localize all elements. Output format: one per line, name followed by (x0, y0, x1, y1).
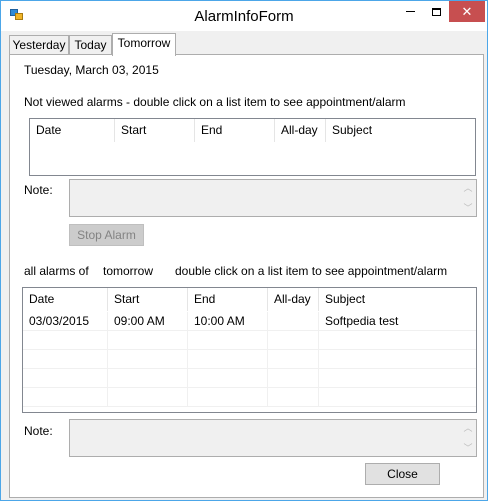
cell-end: 10:00 AM (188, 312, 268, 331)
table-row[interactable] (23, 369, 476, 388)
title-bar[interactable]: AlarmInfoForm ✕ (1, 1, 487, 31)
stop-alarm-button[interactable]: Stop Alarm (69, 224, 144, 246)
scroll-down-icon[interactable]: ﹀ (462, 203, 474, 213)
column-header-subject[interactable]: Subject (326, 119, 475, 142)
cell-date: 03/03/2015 (23, 312, 108, 331)
alarm-info-window: AlarmInfoForm ✕ Yesterday Today Tomorrow… (0, 0, 488, 501)
maximize-icon (431, 7, 441, 16)
scroll-down-icon[interactable]: ﹀ (462, 443, 474, 453)
column-header-allday[interactable]: All-day (268, 288, 319, 311)
minimize-icon (405, 11, 415, 13)
column-header-end[interactable]: End (195, 119, 275, 142)
cell-allday (268, 312, 319, 331)
scroll-up-icon[interactable]: ︿ (462, 423, 474, 433)
tab-page-tomorrow: Tuesday, March 03, 2015 Not viewed alarm… (9, 54, 484, 498)
note-scrollbar[interactable]: ︿ ﹀ (460, 420, 476, 456)
all-alarms-list[interactable]: Date Start End All-day Subject 03/03/201… (22, 287, 477, 413)
tab-yesterday[interactable]: Yesterday (9, 35, 69, 55)
note-field[interactable]: ︿ ﹀ (69, 179, 477, 217)
close-icon: ✕ (461, 4, 473, 19)
all-alarms-period: tomorrow (103, 264, 154, 278)
cell-start: 09:00 AM (108, 312, 188, 331)
form-client-area: Yesterday Today Tomorrow Tuesday, March … (2, 31, 486, 500)
list-header: Date Start End All-day Subject (30, 119, 475, 142)
column-header-start[interactable]: Start (115, 119, 195, 142)
date-heading: Tuesday, March 03, 2015 (24, 63, 159, 77)
scroll-up-icon[interactable]: ︿ (462, 183, 474, 193)
note-scrollbar[interactable]: ︿ ﹀ (460, 180, 476, 216)
tab-today[interactable]: Today (69, 35, 112, 55)
note-label: Note: (24, 424, 53, 438)
close-window-button[interactable]: ✕ (449, 1, 485, 22)
column-header-subject[interactable]: Subject (319, 288, 476, 311)
table-row[interactable]: 03/03/2015 09:00 AM 10:00 AM Softpedia t… (23, 312, 476, 331)
column-header-allday[interactable]: All-day (275, 119, 326, 142)
minimize-button[interactable] (397, 1, 423, 22)
all-alarms-prefix: all alarms of (24, 264, 89, 278)
column-header-date[interactable]: Date (23, 288, 108, 311)
list-header: Date Start End All-day Subject (23, 288, 476, 311)
column-header-end[interactable]: End (188, 288, 268, 311)
cell-subject: Softpedia test (319, 312, 476, 331)
all-alarms-instruction: double click on a list item to see appoi… (175, 264, 448, 278)
table-row[interactable] (23, 350, 476, 369)
column-header-date[interactable]: Date (30, 119, 115, 142)
maximize-button[interactable] (423, 1, 449, 22)
close-button[interactable]: Close (365, 463, 440, 485)
table-row[interactable] (23, 331, 476, 350)
table-row[interactable] (23, 388, 476, 407)
not-viewed-alarms-list[interactable]: Date Start End All-day Subject (29, 118, 476, 176)
not-viewed-instruction: Not viewed alarms - double click on a li… (24, 95, 406, 109)
note-label: Note: (24, 183, 53, 197)
note-field[interactable]: ︿ ﹀ (69, 419, 477, 457)
column-header-start[interactable]: Start (108, 288, 188, 311)
tab-tomorrow[interactable]: Tomorrow (112, 33, 176, 56)
